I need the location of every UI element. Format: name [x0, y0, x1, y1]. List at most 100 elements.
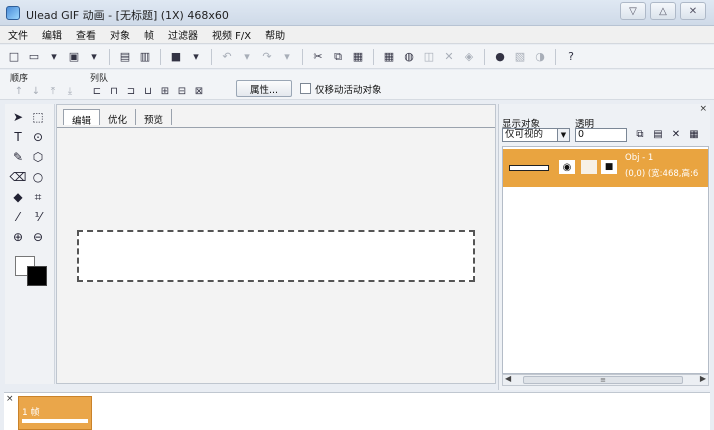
menu-file[interactable]: 文件: [8, 27, 28, 42]
menu-view[interactable]: 查看: [76, 27, 96, 42]
actual-size-icon[interactable]: ⅟: [29, 208, 47, 226]
add-image-icon[interactable]: ▤: [117, 49, 133, 65]
crop-icon[interactable]: ◫: [421, 49, 437, 65]
text-tool-icon[interactable]: T: [9, 128, 27, 146]
tab-optimize[interactable]: 优化: [100, 109, 137, 126]
menu-help[interactable]: 帮助: [265, 27, 285, 42]
align-right-icon[interactable]: ⊐: [124, 84, 138, 98]
delete-object-icon[interactable]: ✕: [670, 128, 682, 140]
move-active-only-label: 仅移动活动对象: [315, 85, 382, 96]
object-info: (0,0) (宽:468,高:6: [625, 169, 699, 179]
menu-filter[interactable]: 过滤器: [168, 27, 198, 42]
crop-tool-icon[interactable]: ⌗: [29, 188, 47, 206]
object-properties-icon[interactable]: ▦: [688, 128, 700, 140]
queue-label: 列队: [90, 74, 109, 84]
close-button[interactable]: ✕: [680, 2, 706, 20]
copy-icon[interactable]: ⧉: [330, 49, 346, 65]
frame-thumbnail[interactable]: 1 帧: [18, 396, 92, 430]
scrollbar-thumb[interactable]: ≡: [523, 376, 683, 384]
send-backward-icon[interactable]: ↓: [29, 84, 43, 98]
image-canvas[interactable]: [77, 230, 475, 282]
show-objects-select[interactable]: 仅可视的 ▼: [502, 128, 570, 142]
paste-icon[interactable]: ▦: [350, 49, 366, 65]
dropdown-arrow-icon[interactable]: ▾: [239, 49, 255, 65]
zoom-out-icon[interactable]: ⊖: [29, 228, 47, 246]
object-list-scrollbar[interactable]: ◀ ≡ ▶: [502, 374, 709, 386]
menu-object[interactable]: 对象: [110, 27, 130, 42]
work-area: 编辑 优化 预览: [56, 104, 496, 384]
delete-icon[interactable]: ✕: [441, 49, 457, 65]
align-center-icon[interactable]: ⊓: [107, 84, 121, 98]
context-help-icon[interactable]: ?: [563, 49, 579, 65]
bring-forward-icon[interactable]: ↑: [12, 84, 26, 98]
toolbar-separator: [302, 48, 303, 65]
window-title: Ulead GIF 动画 - [无标题] (1X) 468x60: [26, 9, 229, 22]
move-active-only-checkbox[interactable]: [300, 83, 311, 94]
eyedropper-tool-icon[interactable]: ⁄: [9, 208, 27, 226]
add-frame-icon[interactable]: ▥: [137, 49, 153, 65]
pick-tool-icon[interactable]: ➤: [9, 108, 27, 126]
scroll-right-icon[interactable]: ▶: [700, 374, 706, 383]
merge-icon[interactable]: ◈: [461, 49, 477, 65]
chevron-down-icon[interactable]: ▼: [557, 129, 569, 141]
list-item[interactable]: ◉ ■ Obj - 1 (0,0) (宽:468,高:6: [503, 149, 708, 187]
align-bottom-icon[interactable]: ⊔: [141, 84, 155, 98]
menu-frame[interactable]: 帧: [144, 27, 154, 42]
tab-edit[interactable]: 编辑: [63, 109, 101, 127]
minimize-button[interactable]: ▽: [620, 2, 646, 20]
center-vertical-icon[interactable]: ⊠: [192, 84, 206, 98]
object-list: ◉ ■ Obj - 1 (0,0) (宽:468,高:6: [502, 146, 709, 374]
zoom-in-icon[interactable]: ⊕: [9, 228, 27, 246]
panel-close-icon[interactable]: ×: [499, 104, 711, 114]
brush-tool-icon[interactable]: ✎: [9, 148, 27, 166]
properties-button[interactable]: 属性...: [236, 80, 292, 97]
menu-bar: 文件 编辑 查看 对象 帧 过滤器 视频 F/X 帮助: [0, 26, 714, 44]
tool-panel: ➤ ⬚ T ⊙ ✎ ⬡ ⌫ ○ ◆ ⌗ ⁄ ⅟ ⊕ ⊖: [5, 104, 55, 384]
lasso-tool-icon[interactable]: ⊙: [29, 128, 47, 146]
visibility-eye-icon[interactable]: ◉: [559, 160, 575, 174]
distribute-icon[interactable]: ⊞: [158, 84, 172, 98]
frame-panel-close-icon[interactable]: ×: [6, 394, 14, 404]
maximize-button[interactable]: △: [650, 2, 676, 20]
dropdown-arrow-icon[interactable]: ▾: [46, 49, 62, 65]
preview-browser-icon[interactable]: ●: [492, 49, 508, 65]
marquee-tool-icon[interactable]: ⬚: [29, 108, 47, 126]
foreground-color-swatch[interactable]: [27, 266, 47, 286]
frame-properties-icon[interactable]: ▦: [381, 49, 397, 65]
zoom-lasso-icon[interactable]: ○: [29, 168, 47, 186]
optimize-icon[interactable]: ◑: [532, 49, 548, 65]
scroll-left-icon[interactable]: ◀: [505, 374, 511, 383]
lock-toggle[interactable]: [581, 160, 597, 174]
save-icon[interactable]: ▣: [66, 49, 82, 65]
cut-icon[interactable]: ✂: [310, 49, 326, 65]
center-horizontal-icon[interactable]: ⊟: [175, 84, 189, 98]
redo-icon[interactable]: ↷: [259, 49, 275, 65]
magic-wand-icon[interactable]: ⬡: [29, 148, 47, 166]
toolbar-separator: [211, 48, 212, 65]
new-file-icon[interactable]: □: [6, 49, 22, 65]
color-palette-icon[interactable]: ■: [168, 49, 184, 65]
order-label: 顺序: [10, 74, 29, 84]
menu-video-fx[interactable]: 视频 F/X: [212, 27, 251, 42]
dropdown-arrow-icon[interactable]: ▾: [279, 49, 295, 65]
undo-icon[interactable]: ↶: [219, 49, 235, 65]
bring-to-front-icon[interactable]: ⤒: [46, 84, 60, 98]
duplicate-object-icon[interactable]: ⧉: [634, 128, 646, 140]
object-name: Obj - 1: [625, 153, 654, 163]
dropdown-arrow-icon[interactable]: ▾: [188, 49, 204, 65]
eraser-tool-icon[interactable]: ⌫: [9, 168, 27, 186]
fill-tool-icon[interactable]: ◆: [9, 188, 27, 206]
menu-edit[interactable]: 编辑: [42, 27, 62, 42]
dropdown-arrow-icon[interactable]: ▾: [86, 49, 102, 65]
toolbar-separator: [109, 48, 110, 65]
object-manager-panel: × 显示对象 透明 仅可视的 ▼ 0 ⧉ ▤ ✕ ▦ ◉ ■ Obj - 1 (…: [498, 104, 710, 390]
export-icon[interactable]: ▧: [512, 49, 528, 65]
object-manager-icon[interactable]: ◍: [401, 49, 417, 65]
transparency-field[interactable]: 0: [575, 128, 627, 142]
align-left-icon[interactable]: ⊏: [90, 84, 104, 98]
toolbar-separator: [373, 48, 374, 65]
open-folder-icon[interactable]: ▭: [26, 49, 42, 65]
tab-preview[interactable]: 预览: [136, 109, 173, 126]
send-to-back-icon[interactable]: ⤓: [63, 84, 77, 98]
copy-object-icon[interactable]: ▤: [652, 128, 664, 140]
